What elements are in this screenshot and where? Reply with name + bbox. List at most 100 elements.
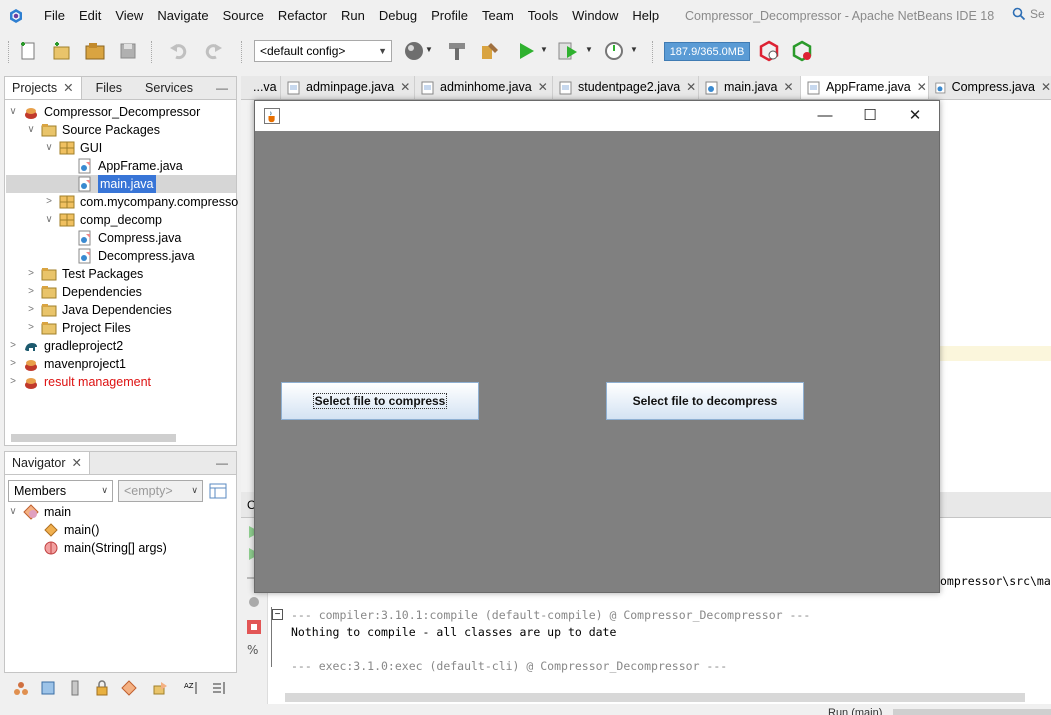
- memory-indicator[interactable]: 187.9/365.0MB: [664, 42, 750, 61]
- tree-item-dependencies[interactable]: > Dependencies: [25, 283, 142, 301]
- close-icon[interactable]: ✕: [400, 76, 410, 99]
- chevron-icon[interactable]: >: [25, 301, 37, 319]
- tab-projects[interactable]: Projects ✕: [5, 77, 82, 99]
- hierarchy-icon[interactable]: [13, 680, 29, 696]
- profile-snapshot-icon[interactable]: [791, 40, 813, 62]
- run-icon[interactable]: [516, 40, 538, 62]
- clean-build-icon[interactable]: [479, 40, 501, 62]
- chevron-icon[interactable]: >: [7, 355, 19, 373]
- menu-file[interactable]: File: [37, 0, 72, 32]
- java-app-titlebar[interactable]: — ☐ ✕: [255, 101, 939, 131]
- tree-item-compress[interactable]: Compress.java: [61, 229, 181, 247]
- output-horizontal-scrollbar[interactable]: [285, 693, 1025, 702]
- horizontal-scrollbar[interactable]: [11, 434, 176, 442]
- editor-tab-truncated[interactable]: ...va: [241, 76, 281, 99]
- editor-tab-adminpage[interactable]: adminpage.java ✕: [281, 76, 415, 99]
- close-icon[interactable]: ✕: [538, 76, 548, 99]
- close-window-button[interactable]: ✕: [905, 106, 925, 126]
- show-inherited-icon[interactable]: [121, 680, 137, 696]
- empty-select[interactable]: <empty> ∨: [118, 480, 203, 502]
- close-icon[interactable]: ✕: [72, 456, 82, 470]
- settings-icon[interactable]: [246, 594, 262, 610]
- tree-item-main-java[interactable]: main.java: [6, 175, 236, 193]
- minimize-window-button[interactable]: —: [815, 106, 835, 126]
- show-fields-icon[interactable]: [40, 680, 56, 696]
- tree-item-gradleproject2[interactable]: > gradleproject2: [7, 337, 123, 355]
- chevron-icon[interactable]: ∨: [25, 121, 37, 139]
- save-all-icon[interactable]: [117, 40, 139, 62]
- close-icon[interactable]: ✕: [917, 76, 927, 99]
- chevron-icon[interactable]: >: [25, 265, 37, 283]
- minimize-icon[interactable]: —: [216, 456, 228, 470]
- chevron-icon[interactable]: >: [25, 283, 37, 301]
- lock-icon[interactable]: [94, 680, 110, 696]
- menu-debug[interactable]: Debug: [372, 0, 424, 32]
- tree-item-result-management[interactable]: > result management: [7, 373, 151, 391]
- chevron-icon[interactable]: ∨: [43, 211, 55, 229]
- tree-item-comp-decomp[interactable]: ∨ comp_decomp: [43, 211, 162, 229]
- close-icon[interactable]: ✕: [686, 76, 696, 99]
- tree-item-project-files[interactable]: > Project Files: [25, 319, 131, 337]
- menu-window[interactable]: Window: [565, 0, 625, 32]
- new-project-icon[interactable]: [50, 40, 72, 62]
- editor-tab-studentpage2[interactable]: studentpage2.java ✕: [553, 76, 699, 99]
- menu-profile[interactable]: Profile: [424, 0, 475, 32]
- stop-icon[interactable]: [246, 619, 262, 635]
- menu-navigate[interactable]: Navigate: [150, 0, 215, 32]
- collapse-icon[interactable]: −: [272, 609, 283, 620]
- editor-tab-main[interactable]: main.java ✕: [699, 76, 801, 99]
- navigator-item-method[interactable]: main(String[] args): [43, 539, 167, 557]
- chevron-icon[interactable]: ∨: [7, 103, 19, 121]
- menu-view[interactable]: View: [108, 0, 150, 32]
- open-project-icon[interactable]: [84, 40, 106, 62]
- chevron-down-icon[interactable]: ▼: [585, 45, 593, 54]
- profile-icon[interactable]: [603, 40, 625, 62]
- minimize-icon[interactable]: —: [216, 81, 228, 95]
- select-file-to-compress-button[interactable]: Select file to compress: [281, 382, 479, 420]
- tree-item-source-packages[interactable]: ∨ Source Packages: [25, 121, 160, 139]
- chevron-down-icon[interactable]: ∨: [7, 503, 19, 521]
- tree-item-java-dependencies[interactable]: > Java Dependencies: [25, 301, 172, 319]
- select-file-to-decompress-button[interactable]: Select file to decompress: [606, 382, 804, 420]
- chevron-down-icon[interactable]: ▼: [540, 45, 548, 54]
- menu-help[interactable]: Help: [625, 0, 666, 32]
- config-select[interactable]: <default config> ▼: [254, 40, 392, 62]
- tab-services[interactable]: Services: [129, 77, 200, 99]
- browser-globe-icon[interactable]: [403, 40, 425, 62]
- fqn-icon[interactable]: [152, 680, 168, 696]
- menu-source[interactable]: Source: [216, 0, 271, 32]
- show-static-icon[interactable]: [67, 680, 83, 696]
- close-icon[interactable]: ✕: [1041, 76, 1051, 99]
- build-hammer-icon[interactable]: [446, 40, 468, 62]
- maximize-window-button[interactable]: ☐: [860, 106, 880, 126]
- tree-item-decompress[interactable]: Decompress.java: [61, 247, 195, 265]
- members-select[interactable]: Members ∨: [8, 480, 113, 502]
- redo-icon[interactable]: [202, 40, 224, 62]
- tree-item-project[interactable]: ∨ Compressor_Decompressor: [7, 103, 200, 121]
- editor-tab-appframe[interactable]: AppFrame.java ✕: [801, 76, 929, 99]
- chevron-down-icon[interactable]: ▼: [425, 45, 433, 54]
- menu-refactor[interactable]: Refactor: [271, 0, 334, 32]
- undo-icon[interactable]: [168, 40, 190, 62]
- filters-icon[interactable]: [209, 482, 227, 500]
- tab-files[interactable]: Files: [82, 77, 129, 99]
- chevron-icon[interactable]: >: [7, 373, 19, 391]
- sort-by-name-icon[interactable]: AZ: [184, 680, 200, 696]
- navigator-item-class[interactable]: ∨ main: [7, 503, 71, 521]
- tab-navigator[interactable]: Navigator ✕: [5, 452, 90, 474]
- new-file-icon[interactable]: [17, 40, 39, 62]
- tree-item-test-packages[interactable]: > Test Packages: [25, 265, 143, 283]
- percent-icon[interactable]: %: [246, 642, 262, 658]
- menu-team[interactable]: Team: [475, 0, 521, 32]
- sort-by-source-icon[interactable]: [211, 680, 227, 696]
- tree-item-mavenproject1[interactable]: > mavenproject1: [7, 355, 126, 373]
- chevron-icon[interactable]: >: [25, 319, 37, 337]
- chevron-down-icon[interactable]: ▼: [630, 45, 638, 54]
- tree-item-com-package[interactable]: > com.mycompany.compresso: [43, 193, 238, 211]
- chevron-icon[interactable]: >: [7, 337, 19, 355]
- gc-icon[interactable]: [758, 40, 780, 62]
- close-icon[interactable]: ✕: [63, 81, 73, 95]
- close-icon[interactable]: ✕: [784, 76, 794, 99]
- editor-tab-compress[interactable]: Compress.java ✕: [929, 76, 1051, 99]
- tree-item-appframe[interactable]: AppFrame.java: [61, 157, 183, 175]
